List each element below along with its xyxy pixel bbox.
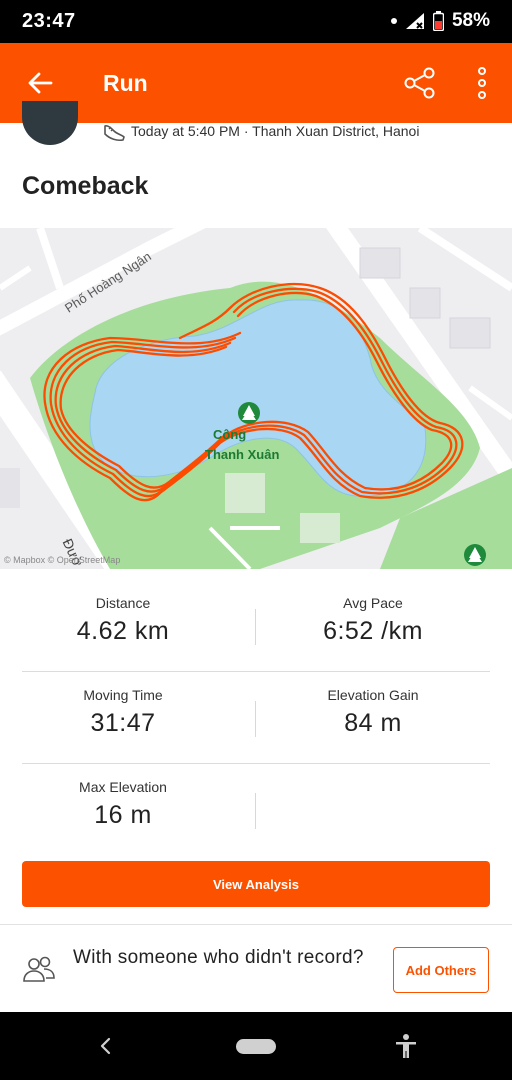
stat-value: 4.62 km (76, 617, 170, 645)
more-options-button[interactable] (468, 63, 496, 103)
activity-title: Comeback (22, 172, 149, 200)
map-canvas (0, 228, 512, 569)
activity-meta: Today at 5:40 PM · Thanh Xuan District, … (131, 123, 420, 139)
route-map[interactable]: Phố Hoàng Ngân Đườ Công Thanh Xuân © Map… (0, 228, 512, 569)
divider (0, 924, 512, 925)
park-label-line1: Công (213, 427, 247, 442)
park-label-line2: Thanh Xuân (205, 447, 280, 462)
share-button[interactable] (400, 63, 440, 103)
battery-icon (432, 11, 444, 31)
with-someone-prompt: With someone who didn't record? (73, 947, 364, 968)
battery-percent: 58% (451, 10, 490, 31)
notification-dot-icon (390, 18, 397, 24)
stat-value: 16 m (94, 801, 152, 829)
nav-home-pill[interactable] (236, 1039, 276, 1054)
map-attribution[interactable]: © Mapbox © OpenStreetMap (4, 555, 120, 565)
stat-value: 84 m (344, 709, 402, 737)
status-icons: 58% (390, 10, 490, 32)
accessibility-icon[interactable] (392, 1032, 420, 1060)
stat-value: 31:47 (90, 709, 156, 737)
divider (255, 609, 256, 645)
stat-max-elevation: Max Elevation 16 m (8, 779, 238, 830)
status-time: 23:47 (22, 10, 76, 32)
system-nav-bar (0, 1012, 512, 1080)
people-icon (23, 956, 55, 982)
stat-label: Avg Pace (343, 595, 403, 611)
stat-label: Moving Time (83, 687, 163, 703)
stat-moving-time: Moving Time 31:47 (8, 687, 238, 738)
stat-label: Distance (95, 595, 151, 611)
divider (255, 701, 256, 737)
add-others-button[interactable]: Add Others (393, 947, 489, 993)
more-vertical-icon (478, 67, 486, 99)
back-button[interactable] (22, 65, 58, 101)
share-icon (404, 67, 435, 99)
stat-label: Elevation Gain (327, 687, 419, 703)
status-bar: 23:47 58% (0, 0, 512, 43)
view-analysis-button[interactable]: View Analysis (22, 861, 490, 907)
back-arrow-icon (28, 72, 53, 94)
page-title: Run (103, 70, 148, 96)
divider (255, 793, 256, 829)
divider (22, 763, 490, 764)
nav-back-icon[interactable] (94, 1034, 118, 1058)
stat-distance: Distance 4.62 km (8, 595, 238, 646)
stat-value: 6:52 /km (323, 617, 423, 645)
signal-icon (405, 13, 424, 29)
stat-label: Max Elevation (79, 779, 167, 795)
activity-meta-row: Today at 5:40 PM · Thanh Xuan District, … (0, 101, 512, 153)
shoe-icon (104, 125, 125, 142)
avatar[interactable] (22, 101, 78, 145)
stat-elevation-gain: Elevation Gain 84 m (258, 687, 488, 738)
stat-avg-pace: Avg Pace 6:52 /km (258, 595, 488, 646)
divider (22, 671, 490, 672)
